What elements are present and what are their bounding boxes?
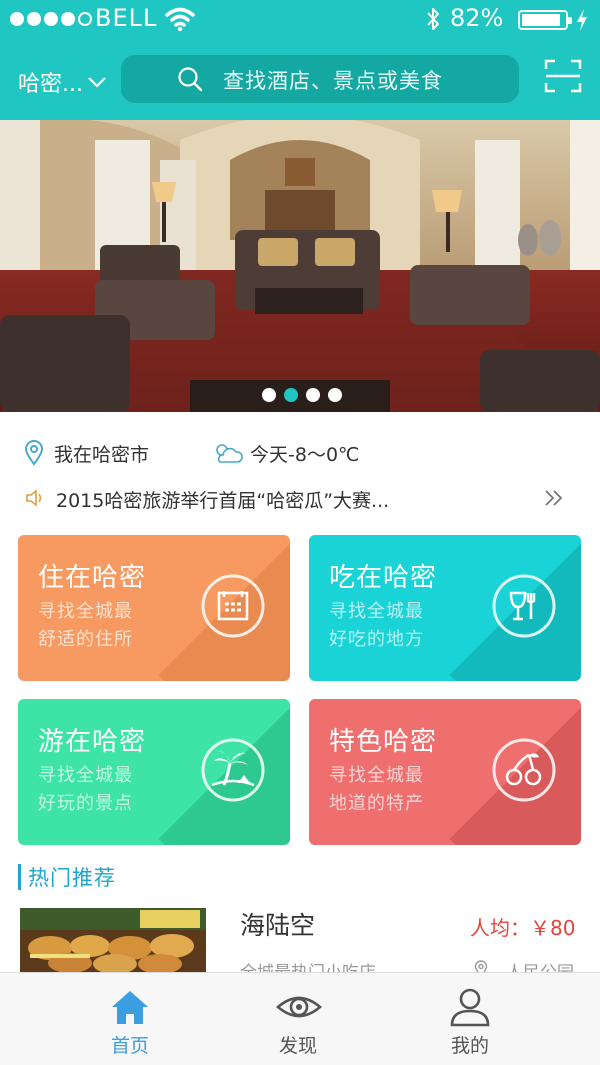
user-icon <box>450 988 490 1027</box>
tab-discover[interactable]: 发现 <box>198 973 398 1065</box>
tile-subtitle: 寻找全城最 <box>38 765 133 786</box>
speaker-icon <box>26 489 42 507</box>
tab-label: 我的 <box>450 1035 489 1057</box>
double-chevron-right-icon[interactable] <box>542 488 566 508</box>
tile-title: 游在哈密 <box>38 727 147 757</box>
carrier-name: BELL <box>95 4 158 32</box>
news-ticker[interactable]: 2015哈密旅游举行首届“哈密瓜”大赛... <box>56 486 389 513</box>
tile-subtitle: 舒适的住所 <box>38 629 133 650</box>
location-pin-icon <box>24 440 44 466</box>
battery-icon <box>518 10 572 30</box>
battery-percent: 82% <box>450 4 504 32</box>
tile-subtitle: 地道的特产 <box>329 793 424 814</box>
home-icon <box>112 991 148 1024</box>
banner-pager[interactable] <box>262 388 342 402</box>
tile-subtitle: 寻找全城最 <box>329 601 424 622</box>
tile-stay[interactable]: 住在哈密 寻找全城最 舒适的住所 <box>18 535 290 681</box>
banner-image <box>0 120 600 412</box>
tile-title: 住在哈密 <box>38 563 147 593</box>
weather-cloud-sun-icon <box>216 444 243 463</box>
city-name: 哈密... <box>18 72 83 97</box>
cherry-icon <box>492 738 556 802</box>
search-placeholder: 查找酒店、景点或美食 <box>223 69 443 93</box>
section-title: 热门推荐 <box>28 866 116 890</box>
weather-text: 今天-8～0℃ <box>250 444 360 466</box>
tile-subtitle: 好吃的地方 <box>329 629 424 650</box>
tile-eat[interactable]: 吃在哈密 寻找全城最 好吃的地方 <box>309 535 581 681</box>
section-accent-bar <box>18 864 21 890</box>
pager-dot-active[interactable] <box>284 388 298 402</box>
restaurant-price: 人均：￥80 <box>470 916 576 940</box>
hotel-icon <box>201 574 265 638</box>
current-location: 我在哈密市 <box>54 444 150 466</box>
charging-icon <box>577 9 587 31</box>
tile-travel[interactable]: 游在哈密 寻找全城最 好玩的景点 <box>18 699 290 845</box>
tile-subtitle: 寻找全城最 <box>329 765 424 786</box>
tab-label: 发现 <box>278 1035 317 1057</box>
tile-subtitle: 寻找全城最 <box>38 601 133 622</box>
pager-dot[interactable] <box>262 388 276 402</box>
status-bar: BELL 82% <box>0 0 600 40</box>
chevron-down-icon <box>88 77 106 88</box>
category-tiles: 住在哈密 寻找全城最 舒适的住所 吃在哈密 寻找全城最 好吃的地方 游在哈密 寻… <box>0 520 600 850</box>
dining-icon <box>492 574 556 638</box>
tile-subtitle: 好玩的景点 <box>38 793 133 814</box>
tile-title: 吃在哈密 <box>329 563 438 593</box>
wifi-icon <box>165 7 195 32</box>
tab-me[interactable]: 我的 <box>370 973 570 1065</box>
scan-icon[interactable] <box>544 58 582 94</box>
app-header: BELL 82% 哈密... 查找酒店、景点或美食 <box>0 0 600 120</box>
tile-title: 特色哈密 <box>329 727 438 757</box>
bottom-tab-bar: 首页 发现 我的 <box>0 972 600 1065</box>
restaurant-name[interactable]: 海陆空 <box>240 906 315 942</box>
bluetooth-icon <box>427 8 439 30</box>
palm-tree-icon <box>201 738 265 802</box>
pager-dot[interactable] <box>328 388 342 402</box>
tile-specialty[interactable]: 特色哈密 寻找全城最 地道的特产 <box>309 699 581 845</box>
city-selector[interactable]: 哈密... <box>18 66 107 98</box>
search-bar[interactable]: 查找酒店、景点或美食 <box>121 55 519 103</box>
banner-carousel[interactable] <box>0 120 600 412</box>
pager-dot[interactable] <box>306 388 320 402</box>
eye-icon <box>276 996 322 1018</box>
signal-strength-icon <box>10 12 92 26</box>
hot-recommendations: 热门推荐 海陆空 人均：￥80 全城最热门小吃店 人民公园 <box>0 850 600 1028</box>
info-panel: 我在哈密市 今天-8～0℃ 2015哈密旅游举行首届“哈密瓜”大赛... <box>0 412 600 520</box>
search-icon <box>178 67 203 92</box>
